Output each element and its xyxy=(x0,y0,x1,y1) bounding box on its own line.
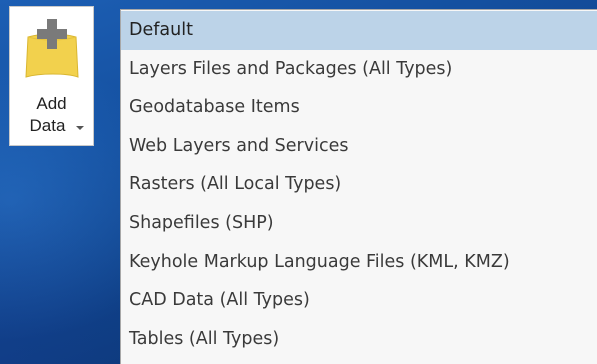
menu-item-rasters[interactable]: Rasters (All Local Types) xyxy=(121,165,597,204)
menu-item-web-layers[interactable]: Web Layers and Services xyxy=(121,127,597,166)
chevron-down-icon[interactable] xyxy=(76,126,84,130)
menu-item-tables[interactable]: Tables (All Types) xyxy=(121,320,597,359)
menu-item-kml[interactable]: Keyhole Markup Language Files (KML, KMZ) xyxy=(121,243,597,282)
add-data-icon xyxy=(25,19,79,78)
menu-item-cad-data[interactable]: CAD Data (All Types) xyxy=(121,281,597,320)
add-data-dropdown-menu: Default Layers Files and Packages (All T… xyxy=(120,9,597,364)
menu-item-geodatabase-items[interactable]: Geodatabase Items xyxy=(121,88,597,127)
menu-item-shapefiles[interactable]: Shapefiles (SHP) xyxy=(121,204,597,243)
menu-item-layer-files[interactable]: Layers Files and Packages (All Types) xyxy=(121,50,597,89)
menu-item-default[interactable]: Default xyxy=(121,11,597,50)
add-data-button[interactable]: Add Data xyxy=(9,6,94,146)
add-data-label-line1: Add xyxy=(36,94,67,113)
